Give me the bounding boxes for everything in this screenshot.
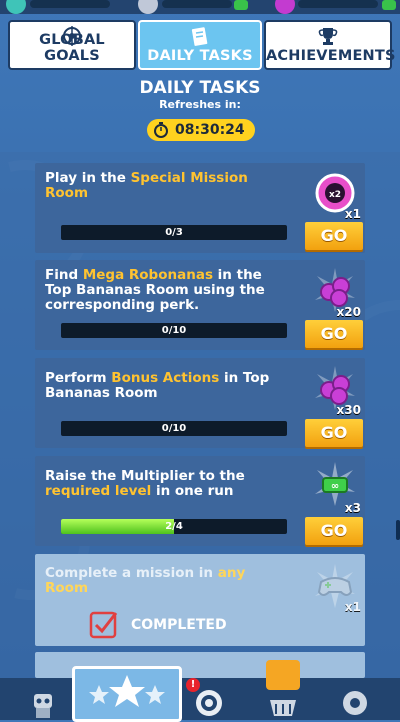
completed-task-card: Complete a mission in any Room x1 COMPLE… (35, 554, 365, 646)
tab-global-goals[interactable]: GLOBAL GOALS (8, 20, 136, 70)
go-button[interactable]: GO (305, 517, 363, 545)
task-card: Play in the Special Mission Room 0/3 x2 … (35, 163, 365, 253)
progress-bar: 0/3 (61, 225, 287, 240)
progress-bar: 0/10 (61, 421, 287, 436)
progress-text: 2/4 (165, 521, 183, 532)
completed-status: COMPLETED (131, 617, 227, 633)
reward-multiplier: x30 (336, 403, 361, 417)
task-description: Play in the Special Mission Room (45, 170, 248, 201)
tab-label: GLOBAL GOALS (39, 32, 105, 64)
bottom-navigation (0, 678, 400, 720)
reward-multiplier: x3 (344, 501, 361, 515)
add-currency-button[interactable] (382, 0, 396, 10)
svg-text:∞: ∞ (331, 481, 339, 492)
shop-callout (266, 660, 300, 690)
go-button[interactable]: GO (305, 320, 363, 348)
minion-goggle-icon[interactable] (192, 686, 226, 720)
tab-achievements[interactable]: ACHIEVEMENTS (264, 20, 396, 70)
task-description: Complete a mission in any Room (45, 565, 246, 596)
stopwatch-icon (154, 122, 168, 138)
task-card: Raise the Multiplier to the required lev… (35, 456, 365, 546)
robot-icon[interactable] (26, 686, 60, 720)
task-description: Perform Bonus Actions in Top Bananas Roo… (45, 370, 270, 401)
completed-checkmark-icon (89, 611, 118, 639)
nav-tab-stars[interactable] (72, 666, 182, 722)
page-title: DAILY TASKS (139, 78, 261, 98)
progress-bar: 0/10 (61, 323, 287, 338)
timer-value: 08:30:24 (175, 122, 245, 138)
reward-multiplier: x20 (336, 305, 361, 319)
svg-text:x2: x2 (329, 190, 341, 200)
currency-bar (298, 0, 378, 8)
refresh-timer: 08:30:24 (147, 119, 255, 141)
tab-daily-tasks[interactable]: DAILY TASKS (138, 20, 262, 70)
refresh-label: Refreshes in: (159, 98, 241, 111)
trophy-icon (318, 28, 338, 45)
gem-currency-icon (275, 0, 295, 14)
notification-badge: ! (186, 678, 200, 692)
stars-icon (89, 675, 165, 707)
shop-basket-icon (270, 700, 296, 716)
go-button[interactable]: GO (305, 419, 363, 447)
progress-text: 0/10 (161, 325, 187, 336)
progress-text: 0/3 (165, 227, 183, 238)
add-currency-button[interactable] (234, 0, 248, 10)
reward-multiplier: x1 (344, 207, 361, 221)
progress-text: 0/10 (161, 423, 187, 434)
task-description: Find Mega Robonanas in the Top Bananas R… (45, 267, 265, 313)
shop-nav-item[interactable] (266, 660, 300, 720)
currency-bar (162, 0, 232, 8)
task-description: Raise the Multiplier to the required lev… (45, 468, 245, 499)
coin-currency-icon (138, 0, 158, 14)
currency-bar (30, 0, 110, 8)
robot-currency-icon (6, 0, 26, 14)
task-card: Find Mega Robonanas in the Top Bananas R… (35, 260, 365, 350)
resource-bar (0, 0, 400, 14)
tab-label: ACHIEVEMENTS (266, 48, 396, 64)
wrench-settings-icon[interactable] (338, 686, 372, 720)
go-button[interactable]: GO (305, 222, 363, 250)
tab-label: DAILY TASKS (147, 48, 253, 64)
reward-multiplier: x1 (344, 600, 361, 614)
scrollbar[interactable] (396, 520, 400, 540)
progress-bar: 2/4 (61, 519, 287, 534)
clipboard-icon (191, 27, 208, 46)
task-card: Perform Bonus Actions in Top Bananas Roo… (35, 358, 365, 448)
tab-bar: GLOBAL GOALS DAILY TASKS ACHIEVEMENTS (8, 20, 396, 70)
